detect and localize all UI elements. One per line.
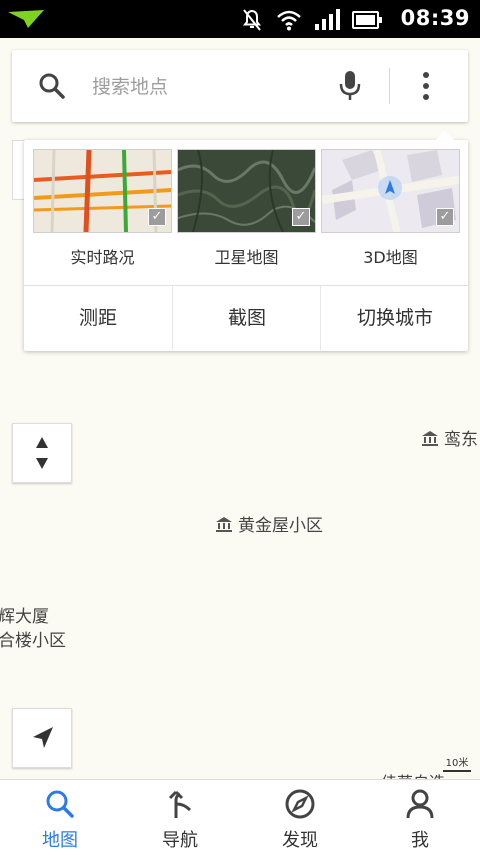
search-input[interactable]	[90, 70, 334, 104]
status-bar: 08:39	[0, 0, 480, 38]
scale-bar	[443, 770, 471, 772]
map-poi-label[interactable]: 鸾东	[422, 425, 478, 451]
app-notification-icon	[6, 8, 46, 34]
poi-name: 黄金屋小区	[238, 516, 323, 536]
satellite-label: 卫星地图	[214, 248, 279, 267]
wifi-icon	[276, 9, 302, 35]
bottom-nav: 地图 导航 发现 我	[0, 779, 480, 855]
nav-discover-label: 发现	[282, 830, 318, 851]
map-poi-label[interactable]: 黄金屋小区	[216, 511, 323, 537]
traffic-checkbox[interactable]: ✓	[148, 208, 166, 226]
layer-satellite[interactable]: ✓ 卫星地图	[177, 149, 316, 268]
search-icon[interactable]	[38, 72, 66, 104]
measure-distance-button[interactable]: 测距	[24, 286, 172, 350]
map-scale: 10米	[443, 754, 471, 772]
more-options-icon[interactable]	[420, 70, 432, 106]
nav-me-label: 我	[411, 830, 429, 851]
nav-me[interactable]: 我	[360, 788, 480, 852]
search-bar	[12, 50, 468, 122]
compass-icon	[285, 789, 315, 819]
signal-icon	[314, 9, 340, 35]
switch-city-button[interactable]: 切换城市	[320, 286, 469, 350]
building-icon	[216, 517, 232, 537]
screenshot-button[interactable]: 截图	[172, 286, 321, 350]
nav-discover[interactable]: 发现	[240, 788, 360, 852]
status-time: 08:39	[400, 6, 470, 30]
layer-3d[interactable]: ✓ 3D地图	[321, 149, 460, 268]
satellite-thumbnail: ✓	[177, 149, 316, 233]
location-arrow-icon	[33, 727, 53, 748]
3d-checkbox[interactable]: ✓	[436, 208, 454, 226]
traffic-label: 实时路况	[70, 248, 135, 267]
search-divider	[389, 68, 390, 104]
fork-arrow-icon	[168, 790, 192, 818]
compass-button[interactable]	[12, 423, 72, 483]
layers-popup: ✓ 实时路况 ✓ 卫星地图 ✓ 3D地图 测距 截图 切换城市	[24, 131, 469, 351]
notifications-off-icon	[240, 8, 264, 36]
poi-name: 鸾东	[444, 430, 478, 450]
battery-icon	[352, 11, 382, 33]
building-icon	[422, 431, 438, 451]
map-area-label[interactable]: 合楼小区	[0, 626, 66, 651]
person-icon	[406, 789, 434, 819]
map-area-label[interactable]: 辉大厦	[0, 602, 49, 627]
popup-caret	[436, 131, 454, 140]
scale-label: 10米	[445, 758, 469, 769]
satellite-checkbox[interactable]: ✓	[292, 208, 310, 226]
locate-me-button[interactable]	[12, 708, 72, 768]
nav-navigation-label: 导航	[162, 830, 198, 851]
voice-search-icon[interactable]	[338, 70, 362, 106]
nav-map[interactable]: 地图	[0, 788, 120, 852]
nav-navigation[interactable]: 导航	[120, 788, 240, 852]
3d-thumbnail: ✓	[321, 149, 460, 233]
traffic-thumbnail: ✓	[33, 149, 172, 233]
nav-map-label: 地图	[42, 830, 78, 851]
search-icon	[46, 790, 74, 818]
layer-traffic[interactable]: ✓ 实时路况	[33, 149, 172, 268]
3d-label: 3D地图	[363, 248, 418, 267]
compass-arrows-icon	[36, 437, 48, 469]
